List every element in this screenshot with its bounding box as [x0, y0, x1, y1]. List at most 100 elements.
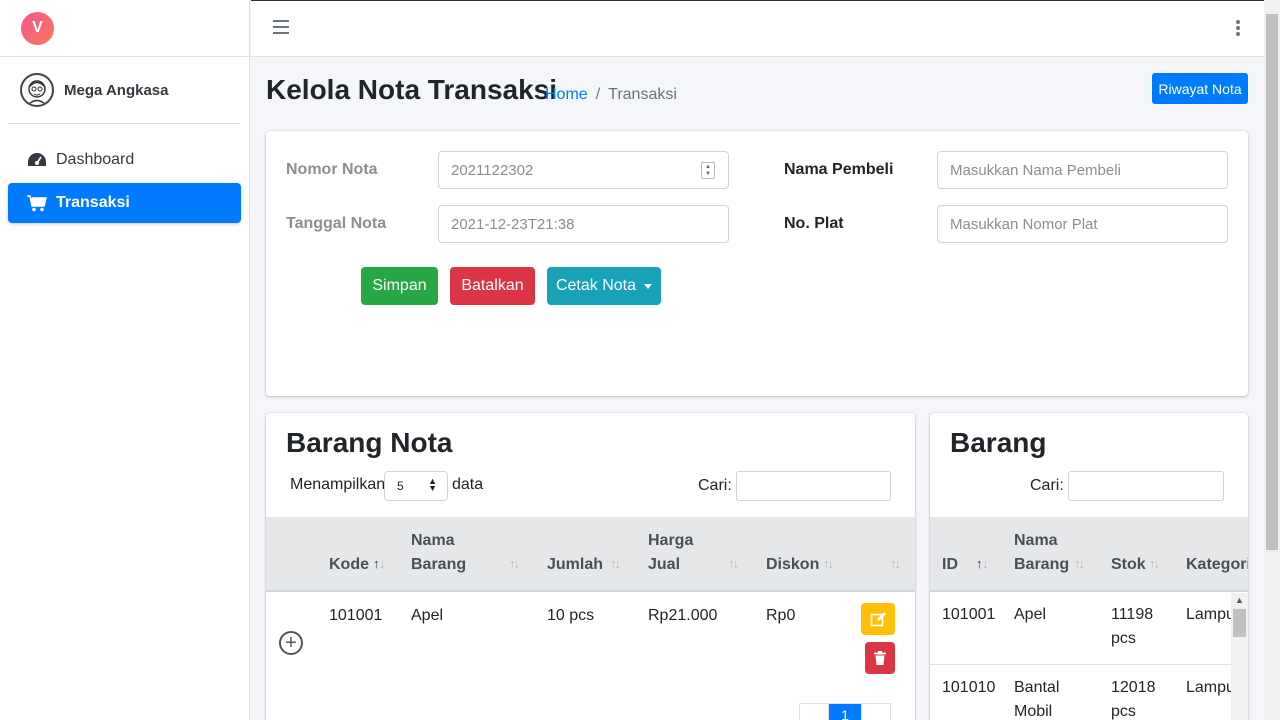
edit-icon[interactable]	[861, 603, 895, 635]
nomor-nota-label: Nomor Nota	[286, 161, 378, 178]
no-plat-label: No. Plat	[784, 215, 844, 232]
cart-icon	[26, 193, 48, 213]
avatar-face-icon	[27, 80, 47, 105]
sort-icon: ↓	[379, 556, 385, 571]
delete-icon[interactable]	[865, 642, 895, 674]
caret-down-icon	[644, 283, 653, 289]
tachometer-icon	[26, 150, 48, 170]
tanggal-nota-label: Tanggal Nota	[286, 215, 387, 232]
no-plat-placeholder: Masukkan Nomor Plat	[950, 215, 1098, 233]
pagination-next[interactable]	[861, 703, 891, 720]
nama-pembeli-label: Nama Pembeli	[784, 161, 894, 178]
simpan-button[interactable]: Simpan	[361, 267, 438, 305]
sort-icon: ↑↓	[823, 556, 834, 571]
column-header-harga-jual[interactable]: Harga Jual	[648, 529, 708, 577]
show-entries-value: 5	[397, 479, 404, 493]
column-header-id[interactable]: ID	[942, 553, 958, 577]
cell-nama: Bantal Mobil	[1014, 679, 1060, 720]
brand-logo[interactable]: V	[21, 11, 54, 45]
column-header-nama-barang[interactable]: Nama Barang	[411, 529, 481, 577]
nomor-nota-value: 2021122302	[451, 161, 534, 179]
column-header-kategori[interactable]: Kategori	[1186, 553, 1248, 577]
sort-icon: ↑↓	[1149, 556, 1160, 571]
scroll-up-icon[interactable]: ▲	[1235, 595, 1244, 605]
pagination-prev[interactable]	[799, 703, 829, 720]
column-header-nama-barang[interactable]: Nama Barang	[1014, 529, 1074, 577]
top-navbar	[251, 0, 1264, 57]
cell-kode: 101001	[329, 607, 383, 624]
cell-stok: 11198 pcs	[1111, 606, 1154, 647]
cell-kategori: Lampu	[1186, 679, 1235, 696]
cell-harga: Rp21.000	[648, 607, 718, 624]
sidebar-nav: Dashboard Transaksi	[0, 140, 249, 223]
show-entries-select[interactable]: 5 ▲ ▼	[384, 471, 448, 501]
cetak-nota-label: Cetak Nota	[555, 277, 637, 294]
hamburger-menu-icon[interactable]	[273, 20, 289, 34]
cell-nama: Apel	[1014, 606, 1047, 623]
row-divider	[930, 664, 1231, 665]
nama-pembeli-input[interactable]: Masukkan Nama Pembeli	[937, 151, 1228, 189]
nota-search-input[interactable]	[736, 471, 891, 501]
column-header-diskon[interactable]: Diskon	[766, 553, 819, 577]
pagination-page-current[interactable]: 1	[828, 703, 862, 720]
sort-asc-icon: ↑	[976, 556, 982, 571]
cell-diskon: Rp0	[766, 607, 796, 624]
page-scrollbar[interactable]	[1264, 0, 1280, 720]
search-label: Cari:	[698, 477, 732, 494]
user-name[interactable]: Mega Angkasa	[64, 82, 168, 99]
tanggal-nota-input[interactable]: 2021-12-23T21:38	[438, 205, 729, 243]
table-scrollbar[interactable]: ▲	[1231, 593, 1248, 720]
breadcrumb-home-link[interactable]: Home	[545, 86, 588, 104]
cell-stok: 12018 pcs	[1111, 679, 1156, 720]
page-title: Kelola Nota Transaksi	[266, 74, 558, 105]
table-header: Kode ↑ ↓ Nama Barang ↑↓ Jumlah ↑↓ Harga J…	[266, 517, 915, 592]
breadcrumb-current: Transaksi	[608, 86, 677, 103]
column-header-jumlah[interactable]: Jumlah	[547, 553, 603, 577]
show-entries-prefix: Menampilkan	[290, 476, 386, 493]
sort-icon: ↓	[982, 556, 988, 571]
breadcrumb-separator: /	[595, 86, 601, 103]
cell-nama: Apel	[411, 607, 444, 624]
cell-id: 101001	[942, 606, 996, 623]
brand: V	[0, 0, 249, 57]
sidebar-item-label: Transaksi	[56, 194, 130, 211]
column-header-kode[interactable]: Kode	[329, 553, 369, 577]
batalkan-button[interactable]: Batalkan	[450, 267, 535, 305]
tanggal-nota-value: 2021-12-23T21:38	[451, 215, 575, 233]
sort-icon: ↑↓	[1074, 556, 1085, 571]
barang-search-input[interactable]	[1068, 471, 1224, 501]
sidebar: V Mega Angkasa Dashboard Transaksi	[0, 0, 250, 720]
barang-card: Barang Cari: ID ↑ ↓ Nama Barang ↑↓ Stok ↑…	[930, 413, 1248, 720]
no-plat-input[interactable]: Masukkan Nomor Plat	[937, 205, 1228, 243]
riwayat-nota-button[interactable]: Riwayat Nota	[1152, 73, 1248, 104]
transaction-form-card: Nomor Nota 2021122302 ▲ ▼ Tanggal Nota 20…	[266, 131, 1248, 396]
barang-title: Barang	[950, 427, 1047, 458]
cell-id: 101010	[942, 679, 996, 696]
more-options-icon[interactable]	[1236, 20, 1240, 36]
breadcrumb: Home / Transaksi	[545, 86, 677, 104]
sort-icon: ↑↓	[509, 556, 520, 571]
avatar[interactable]	[20, 73, 54, 107]
column-header-stok[interactable]: Stok	[1111, 553, 1146, 577]
expand-row-icon[interactable]: +	[279, 631, 303, 655]
number-spinner-icon[interactable]: ▲ ▼	[701, 162, 715, 179]
user-panel: Mega Angkasa	[8, 57, 241, 124]
sort-icon: ↑↓	[610, 556, 621, 571]
sidebar-item-label: Dashboard	[56, 151, 135, 168]
sort-icon: ↑↓	[728, 556, 739, 571]
sidebar-item-dashboard[interactable]: Dashboard	[8, 140, 241, 180]
nama-pembeli-placeholder: Masukkan Nama Pembeli	[950, 161, 1121, 179]
sidebar-item-transaksi[interactable]: Transaksi	[8, 183, 241, 223]
barang-nota-title: Barang Nota	[286, 427, 453, 458]
cetak-nota-dropdown[interactable]: Cetak Nota	[547, 267, 661, 305]
barang-nota-card: Barang Nota Menampilkan 5 ▲ ▼ data Cari: …	[266, 413, 915, 720]
search-label: Cari:	[1030, 477, 1064, 494]
cell-kategori: Lampu	[1186, 606, 1235, 623]
show-entries-suffix: data	[452, 476, 484, 493]
sort-icon: ↑↓	[890, 556, 901, 571]
cell-jumlah: 10 pcs	[547, 607, 595, 624]
sort-asc-icon: ↑	[373, 556, 379, 571]
select-arrows-icon: ▲ ▼	[428, 476, 437, 493]
nomor-nota-input[interactable]: 2021122302 ▲ ▼	[438, 151, 729, 189]
table-header: ID ↑ ↓ Nama Barang ↑↓ Stok ↑↓ Kategori	[930, 517, 1248, 592]
